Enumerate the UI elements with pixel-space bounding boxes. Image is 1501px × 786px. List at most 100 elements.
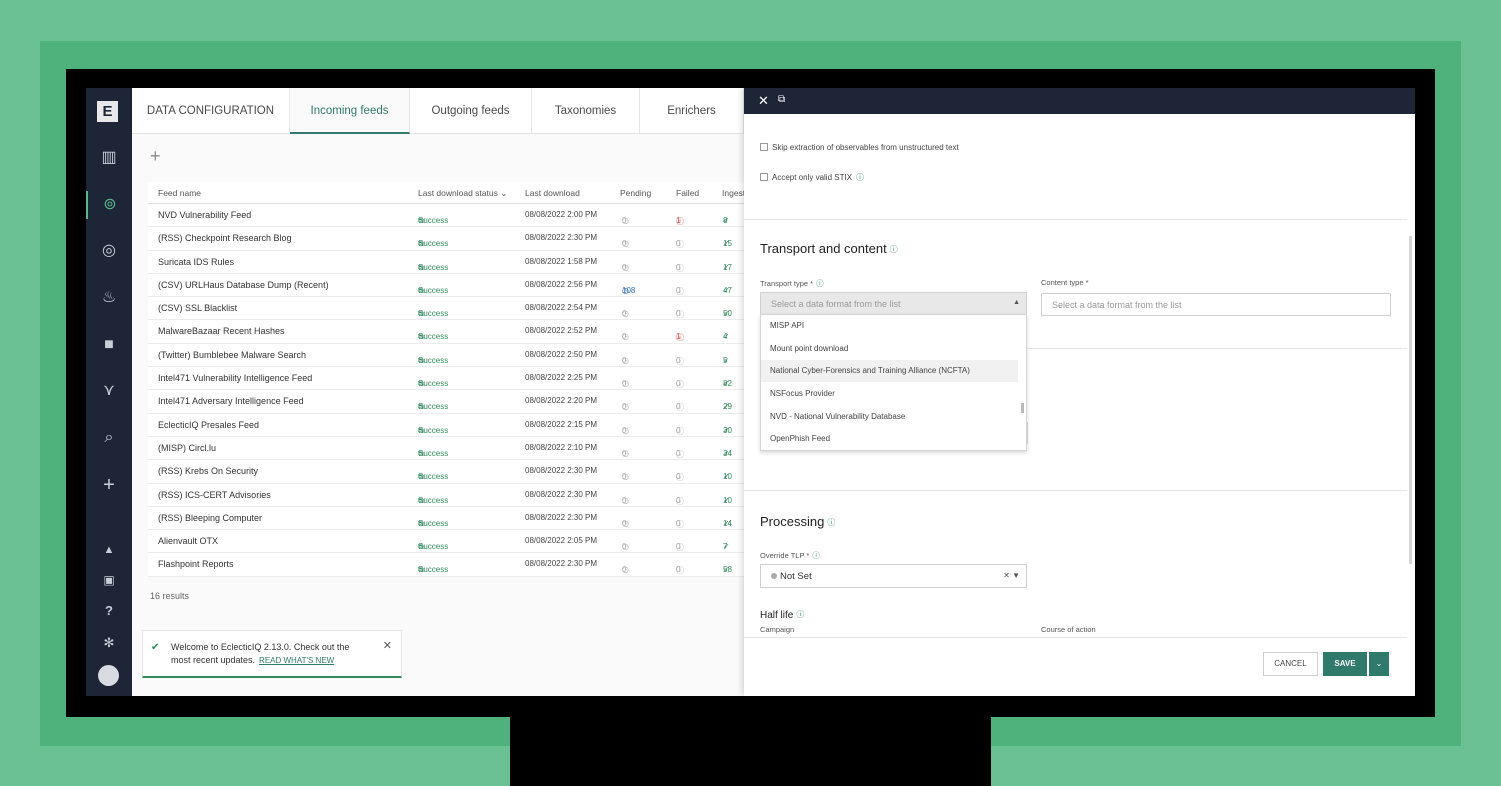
- top-tabs: DATA CONFIGURATION Incoming feeds Outgoi…: [132, 88, 744, 134]
- read-whats-new-link[interactable]: READ WHAT'S NEW: [259, 656, 334, 665]
- feed-name[interactable]: Intel471 Vulnerability Intelligence Feed: [158, 373, 312, 383]
- failed-count: 0: [676, 285, 681, 295]
- feed-name[interactable]: (RSS) Krebs On Security: [158, 466, 258, 476]
- col-status-label: Last download status: [418, 188, 498, 198]
- close-icon[interactable]: ✕: [383, 639, 392, 652]
- col-pending[interactable]: Pending: [620, 188, 651, 198]
- col-last-download[interactable]: Last download: [525, 188, 580, 198]
- expand-icon[interactable]: ⧉: [778, 94, 785, 105]
- feed-name[interactable]: Intel471 Adversary Intelligence Feed: [158, 396, 304, 406]
- last-download: 08/08/2022 2:52 PM: [525, 326, 598, 336]
- option-nvd[interactable]: NVD - National Vulnerability Database: [761, 406, 1018, 428]
- avatar[interactable]: [98, 665, 119, 686]
- feed-name[interactable]: MalwareBazaar Recent Hashes: [158, 326, 285, 336]
- skip-extraction-checkbox[interactable]: Skip extraction of observables from unst…: [760, 143, 959, 152]
- feed-name[interactable]: (RSS) ICS-CERT Advisories: [158, 490, 271, 500]
- override-tlp-select[interactable]: Not Set ✕ ▼: [760, 564, 1027, 588]
- table-row[interactable]: Suricata IDS Rules ⧉ Success 08/08/2022 1:…: [148, 251, 748, 274]
- dropdown-scrollbar[interactable]: [1021, 403, 1024, 413]
- toast-line-1: Welcome to EclecticIQ 2.13.0. Check out …: [171, 642, 350, 652]
- drawer-scrollbar[interactable]: [1409, 236, 1412, 564]
- status-text: Success: [418, 472, 449, 482]
- col-failed[interactable]: Failed: [676, 188, 699, 198]
- feed-name[interactable]: (Twitter) Bumblebee Malware Search: [158, 350, 306, 360]
- last-download: 08/08/2022 2:30 PM: [525, 512, 598, 522]
- feed-name[interactable]: (MISP) Circl.lu: [158, 443, 216, 453]
- feeds-table: Feed name Last download status ⌄ Last do…: [148, 182, 748, 577]
- cancel-button[interactable]: CANCEL: [1263, 652, 1318, 676]
- table-row[interactable]: MalwareBazaar Recent Hashes ⧉ Success 08/0…: [148, 320, 748, 344]
- bell-icon[interactable]: ▲: [86, 536, 132, 564]
- option-mount-point-download[interactable]: Mount point download: [761, 338, 1018, 360]
- table-row[interactable]: (Twitter) Bumblebee Malware Search ⧉ Succ…: [148, 344, 748, 368]
- table-row[interactable]: (RSS) Krebs On Security ⧉ Success 08/08/20…: [148, 460, 748, 484]
- save-options-chevron-icon[interactable]: ⌄: [1369, 652, 1389, 676]
- target-icon[interactable]: ◎: [86, 237, 132, 265]
- table-row[interactable]: NVD Vulnerability Feed ⧉ Success 08/08/202…: [148, 204, 748, 228]
- info-icon: ⓘ: [889, 245, 898, 254]
- graph-icon[interactable]: ⋎: [86, 377, 132, 405]
- transport-type-select[interactable]: Select a data format from the list ▲: [760, 292, 1027, 315]
- half-life-title: Half life ⓘ: [760, 609, 804, 621]
- clear-caret-icon[interactable]: ✕ ▼: [1003, 571, 1020, 580]
- table-row[interactable]: (RSS) Bleeping Computer ⧉ Success 08/08/20…: [148, 507, 748, 531]
- table-row[interactable]: EclecticIQ Presales Feed ⧉ Success 08/08/2…: [148, 414, 748, 437]
- gear-icon[interactable]: ✻: [86, 629, 132, 657]
- tab-outgoing-feeds[interactable]: Outgoing feeds: [410, 88, 532, 134]
- briefcase-icon[interactable]: ■: [86, 331, 132, 359]
- status-text: Success: [418, 448, 449, 458]
- search-icon[interactable]: ⌕: [86, 424, 132, 452]
- caret-up-icon: ▲: [1013, 299, 1020, 306]
- feed-name[interactable]: Flashpoint Reports: [158, 559, 234, 569]
- close-icon[interactable]: ✕: [758, 93, 769, 109]
- chart-icon[interactable]: ▥: [86, 144, 132, 172]
- save-button[interactable]: SAVE: [1323, 652, 1367, 676]
- table-row[interactable]: Intel471 Vulnerability Intelligence Feed…: [148, 367, 748, 391]
- add-feed-button[interactable]: +: [150, 146, 161, 167]
- results-count: 16 results: [150, 591, 190, 601]
- feed-name[interactable]: Suricata IDS Rules: [158, 257, 234, 267]
- col-feed-name[interactable]: Feed name: [158, 188, 201, 198]
- checkbox-box[interactable]: [760, 143, 768, 151]
- table-row[interactable]: (RSS) ICS-CERT Advisories ⧉ Success 08/08/…: [148, 484, 748, 507]
- tlp-dot: [771, 573, 777, 579]
- table-row[interactable]: (RSS) Checkpoint Research Blog ⧉ Success 0…: [148, 227, 748, 251]
- tab-incoming-feeds[interactable]: Incoming feeds: [290, 88, 410, 134]
- override-tlp-label: Override TLP * ⓘ: [760, 550, 820, 561]
- col-last-download-status[interactable]: Last download status ⌄: [418, 188, 507, 199]
- calendar-icon[interactable]: ▣: [86, 566, 132, 594]
- table-row[interactable]: Intel471 Adversary Intelligence Feed ⧉ Su…: [148, 390, 748, 414]
- accept-valid-stix-checkbox[interactable]: Accept only valid STIX ⓘ: [760, 172, 864, 183]
- feed-name[interactable]: Alienvault OTX: [158, 536, 218, 546]
- col-ingested[interactable]: Ingest: [722, 188, 745, 198]
- help-icon[interactable]: ?: [86, 597, 132, 625]
- content-type-select[interactable]: Select a data format from the list: [1041, 293, 1391, 316]
- tab-taxonomies[interactable]: Taxonomies: [532, 88, 640, 134]
- override-tlp-label-text: Override TLP *: [760, 551, 810, 560]
- tab-data-configuration[interactable]: DATA CONFIGURATION: [132, 88, 290, 134]
- table-row[interactable]: Alienvault OTX ⧉ Success 08/08/2022 2:05 P…: [148, 530, 748, 554]
- tlp-value: Not Set: [780, 571, 812, 582]
- option-nsfocus-provider[interactable]: NSFocus Provider: [761, 383, 1018, 405]
- checkbox-box[interactable]: [760, 173, 768, 181]
- fire-icon[interactable]: ♨: [86, 284, 132, 312]
- option-openphish-feed[interactable]: OpenPhish Feed: [761, 428, 1018, 450]
- table-row[interactable]: (MISP) Circl.lu ⧉ Success 08/08/2022 2:10 …: [148, 437, 748, 461]
- status-text: Success: [418, 402, 449, 412]
- feed-name[interactable]: (RSS) Checkpoint Research Blog: [158, 233, 292, 243]
- option-ncfta[interactable]: National Cyber-Forensics and Training Al…: [761, 360, 1018, 382]
- plus-icon[interactable]: +: [86, 471, 132, 499]
- robot-icon[interactable]: ⊚: [86, 191, 132, 219]
- table-row[interactable]: (CSV) SSL Blacklist ⧉ Success 08/08/2022 2…: [148, 297, 748, 321]
- last-download: 08/08/2022 2:20 PM: [525, 396, 598, 406]
- table-row[interactable]: (CSV) URLHaus Database Dump (Recent) ⧉ Su…: [148, 274, 748, 298]
- option-misp-api[interactable]: MISP API: [761, 315, 1018, 337]
- failed-count: 0: [676, 402, 681, 412]
- feed-name[interactable]: (CSV) SSL Blacklist: [158, 303, 237, 313]
- table-row[interactable]: Flashpoint Reports ⧉ Success 08/08/2022 2:…: [148, 553, 748, 577]
- tab-enrichers[interactable]: Enrichers: [640, 88, 744, 134]
- feed-name[interactable]: (CSV) URLHaus Database Dump (Recent): [158, 280, 329, 290]
- feed-name[interactable]: NVD Vulnerability Feed: [158, 210, 251, 220]
- feed-name[interactable]: (RSS) Bleeping Computer: [158, 513, 262, 523]
- feed-name[interactable]: EclecticIQ Presales Feed: [158, 420, 259, 430]
